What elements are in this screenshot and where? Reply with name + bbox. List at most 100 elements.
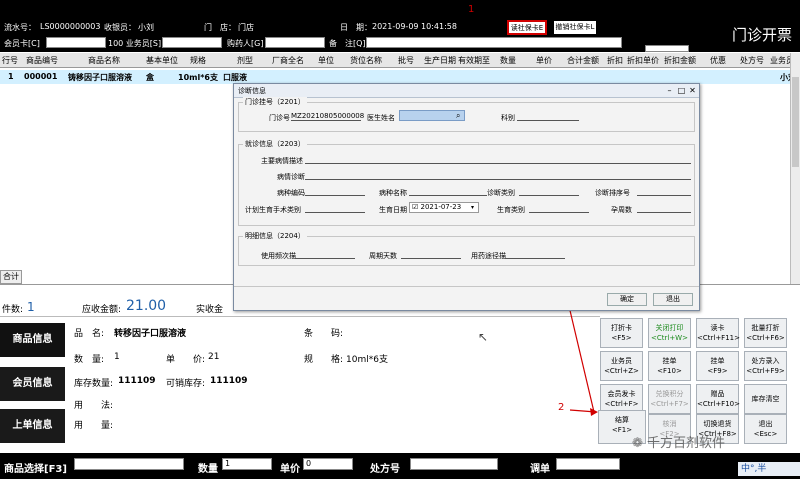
serial-label: 流水号： xyxy=(4,23,36,32)
fkey-batch-discount[interactable]: 批量打折 <Ctrl+F6> xyxy=(744,318,787,348)
family-input[interactable] xyxy=(305,204,365,213)
fkey-label: 读卡 xyxy=(710,324,725,332)
disease-code-label: 病种编码 xyxy=(277,189,305,197)
col-header: 有效期至 xyxy=(458,56,490,65)
fkey-shortcut: <Ctrl+Z> xyxy=(604,367,639,375)
col-header: 商品名称 xyxy=(88,56,120,65)
col-header: 剂型 xyxy=(237,56,253,65)
fkey-shortcut: <Ctrl+F11> xyxy=(697,334,740,342)
watermark-text: 千方百剂软件 xyxy=(647,436,726,451)
birth-type-label: 生育类别 xyxy=(497,206,525,214)
barcode-label: 条 码: xyxy=(304,329,344,339)
fkey-prescription-entry[interactable]: 处方录入 <Ctrl+F9> xyxy=(744,351,787,381)
diagnosis-input[interactable] xyxy=(305,171,691,180)
cancel-button[interactable]: 退出 xyxy=(653,293,693,306)
fkey-read-card[interactable]: 读卡 <Ctrl+F11> xyxy=(696,318,740,348)
col-header: 处方号 xyxy=(740,56,764,65)
row-form: 口服液 xyxy=(223,73,247,82)
price-input[interactable]: 0 xyxy=(303,458,353,470)
col-header: 商品编号 xyxy=(26,56,58,65)
product-select-input[interactable] xyxy=(74,458,184,470)
search-box[interactable] xyxy=(645,45,689,52)
ime-indicator[interactable]: 中°,半 xyxy=(738,462,800,476)
reg-no-label: 门诊号 xyxy=(269,114,290,122)
group-visit: 就诊信息（2203） 主要病情描述 病情诊断 病种编码 病种名称 诊断类别 诊断… xyxy=(238,139,695,226)
diag-order-input[interactable] xyxy=(637,187,691,196)
fkey-clear-stock[interactable]: 库存清空 xyxy=(744,384,787,414)
red-arrows-overlay xyxy=(565,301,598,416)
arrow-to-dialog xyxy=(567,301,595,413)
fkey-shortcut: <Ctrl+W> xyxy=(651,334,688,342)
fkey-hold-order[interactable]: 挂单 <F10> xyxy=(648,351,691,381)
minimize-icon[interactable]: – xyxy=(664,85,675,96)
fkey-gift[interactable]: 赠品 <Ctrl+F10> xyxy=(696,384,740,414)
group-registration: 门诊挂号（2201） 门诊号 MZ20210805000008 医生姓名 ⌕ 科… xyxy=(238,97,695,132)
close-icon[interactable]: ✕ xyxy=(687,85,698,96)
fkey-discount-card[interactable]: 打折卡 <F5> xyxy=(600,318,643,348)
divider xyxy=(234,286,699,287)
table-row[interactable]: 1 000001 铸移因子口服溶液 盒 10ml*6支 口服液 小刘 xyxy=(0,70,796,84)
spec-value: 10ml*6支 xyxy=(346,355,388,365)
family-label: 计划生育手术类别 xyxy=(245,206,301,214)
preg-input[interactable] xyxy=(637,204,691,213)
fkey-shortcut: <F10> xyxy=(657,367,682,375)
spec-label: 规 格: xyxy=(304,355,344,365)
reg-no-value[interactable]: MZ20210805000008 xyxy=(291,112,364,121)
section-product[interactable]: 商品信息 xyxy=(0,323,65,357)
search-icon[interactable]: ⌕ xyxy=(456,111,460,121)
note-input[interactable] xyxy=(366,37,622,48)
buyer-label: 购药人[G] xyxy=(227,39,264,48)
buyer-input[interactable] xyxy=(265,37,325,48)
fkey-exit[interactable]: 退出 <Esc> xyxy=(744,414,787,444)
due-value: 21.00 xyxy=(126,298,167,314)
ok-button[interactable]: 确定 xyxy=(607,293,647,306)
qty-input[interactable]: 1 xyxy=(222,458,272,470)
note-label: 备 注[Q] xyxy=(329,39,366,48)
maximize-icon[interactable]: □ xyxy=(676,85,687,96)
doctor-input[interactable]: ⌕ xyxy=(399,110,465,121)
salesman-input[interactable]: 小刘 xyxy=(162,37,222,48)
chevron-down-icon[interactable]: ▾ xyxy=(471,203,474,212)
fkey-redeem-points[interactable]: 兑换积分 <Ctrl+F7> xyxy=(648,384,691,414)
rx-input[interactable] xyxy=(410,458,498,470)
order-label: 调单 xyxy=(530,464,550,475)
days-input[interactable] xyxy=(401,250,461,259)
date-label: 日 期： xyxy=(340,23,372,32)
member-input[interactable] xyxy=(46,37,106,48)
fkey-hang-order[interactable]: 挂单 <F9> xyxy=(696,351,739,381)
col-header: 货位名称 xyxy=(350,56,382,65)
store-label: 门 店： xyxy=(204,23,236,32)
diagnosis-label: 病情诊断 xyxy=(277,173,305,181)
stock-label: 库存数量: xyxy=(74,379,114,389)
birth-type-input[interactable] xyxy=(529,204,589,213)
fkey-salesman[interactable]: 业务员 <Ctrl+Z> xyxy=(600,351,643,381)
dept-input[interactable] xyxy=(517,112,579,121)
checkbox-icon[interactable]: ☑ xyxy=(412,203,421,211)
scrollbar-thumb[interactable] xyxy=(792,77,799,167)
fkey-label: 关闭打印 xyxy=(655,324,684,332)
fkey-label: 批量打折 xyxy=(751,324,780,332)
freq-input[interactable] xyxy=(295,250,355,259)
bottom-bar: 商品选择[F3] 数量 1 单价 0 处方号 调单 中°,半 xyxy=(0,453,800,479)
fkey-label: 库存清空 xyxy=(751,395,780,403)
col-header: 规格 xyxy=(190,56,206,65)
birth-date-picker[interactable]: ☑ 2021-07-23 ▾ xyxy=(409,202,479,213)
fkey-label: 退出 xyxy=(758,420,773,428)
order-input[interactable] xyxy=(556,458,620,470)
read-card-button[interactable]: 读社保卡E xyxy=(507,20,547,35)
section-order[interactable]: 上单信息 xyxy=(0,409,65,443)
complaint-input[interactable] xyxy=(305,155,691,164)
grid-total: 合计 xyxy=(0,270,22,284)
route-input[interactable] xyxy=(505,250,565,259)
disease-code-input[interactable] xyxy=(305,187,365,196)
diag-type-input[interactable] xyxy=(519,187,579,196)
fkey-shortcut: <F1> xyxy=(611,426,633,434)
stock-value: 111109 xyxy=(118,376,156,386)
section-member[interactable]: 会员信息 xyxy=(0,367,65,401)
disease-name-input[interactable] xyxy=(409,187,487,196)
cashier-label: 收银员： xyxy=(104,23,136,32)
fkey-shortcut: <Ctrl+F10> xyxy=(697,400,740,408)
grid-scrollbar[interactable] xyxy=(790,53,800,284)
cancel-card-button[interactable]: 撤销社保卡L xyxy=(553,20,597,35)
fkey-close-print[interactable]: 关闭打印 <Ctrl+W> xyxy=(648,318,691,348)
